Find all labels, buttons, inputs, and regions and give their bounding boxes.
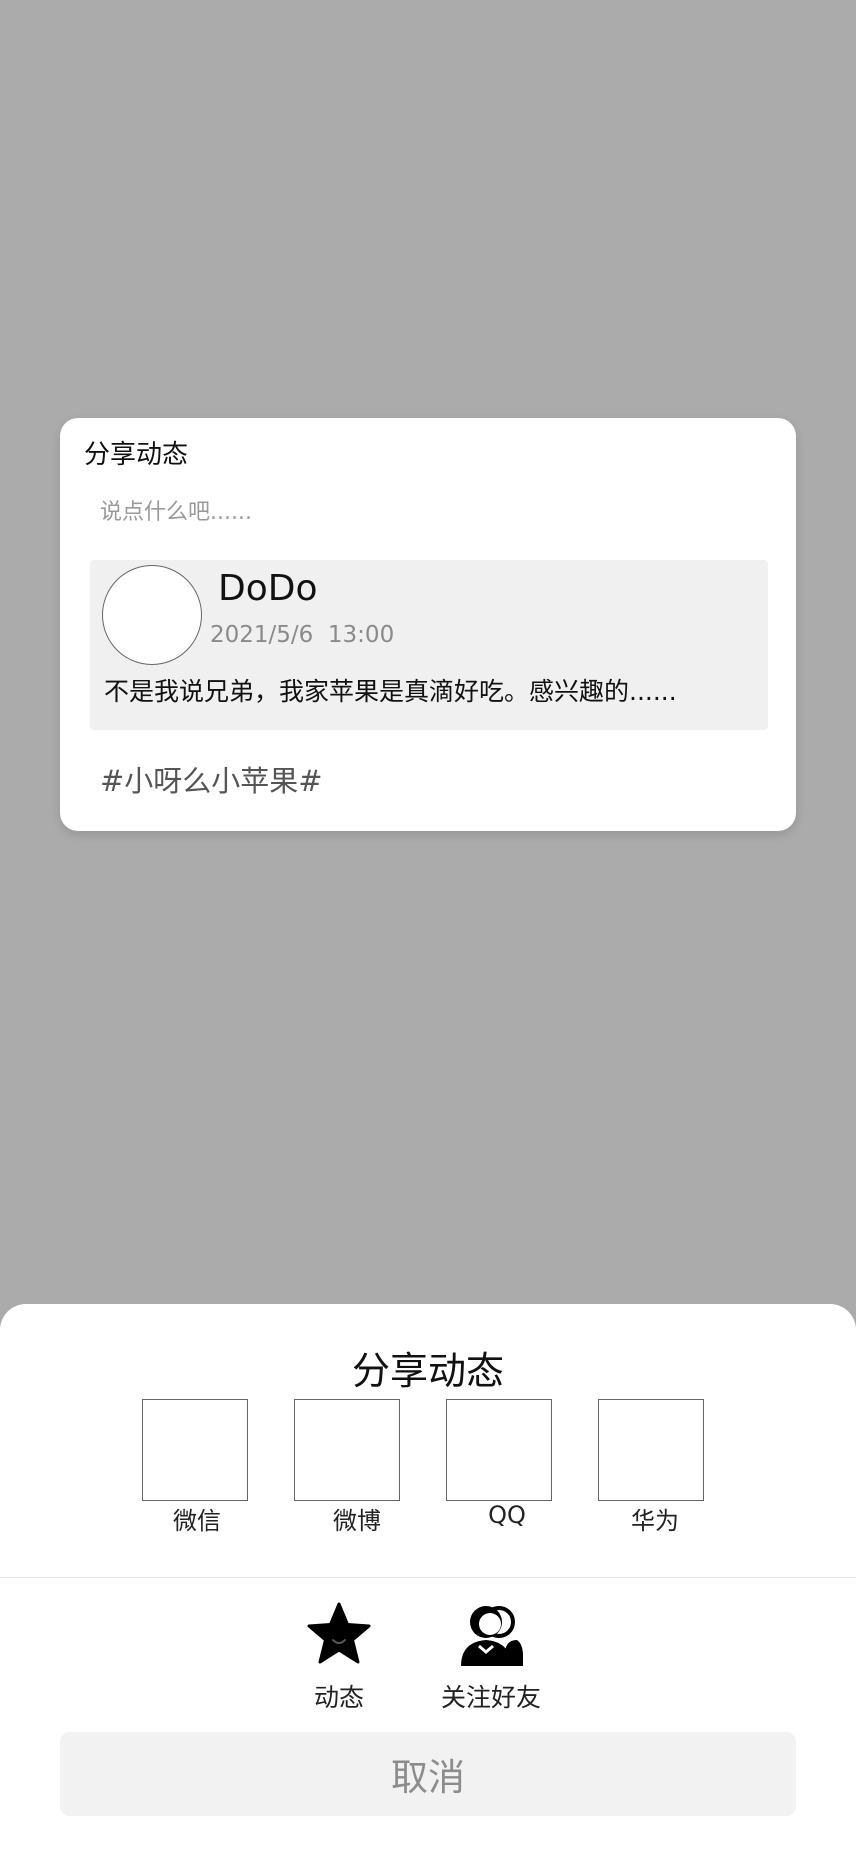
sheet-title: 分享动态 [351, 1349, 504, 1393]
action-label: 动态 [313, 1683, 364, 1712]
post-timestamp: 2021/5/6 13:00 [210, 622, 395, 648]
star-icon [307, 1602, 371, 1664]
platform-label: 微信 [173, 1507, 221, 1535]
share-sheet: 分享动态 微信 微博 QQ 华为 动态 关注好友 取消 [0, 1304, 856, 1852]
share-qq-button[interactable]: QQ [446, 1399, 552, 1529]
share-to-moments-button[interactable]: 动态 [274, 1600, 404, 1714]
platform-label: QQ [488, 1501, 526, 1529]
wechat-icon [142, 1399, 248, 1501]
platform-label: 微博 [333, 1507, 381, 1535]
share-to-friends-button[interactable]: 关注好友 [426, 1600, 556, 1714]
comment-input[interactable] [100, 494, 740, 530]
hashtag[interactable]: #小呀么小苹果# [100, 758, 323, 800]
action-label: 关注好友 [440, 1683, 541, 1712]
post-text: 不是我说兄弟，我家苹果是真滴好吃。感兴趣的...... [104, 677, 677, 706]
avatar [102, 565, 202, 665]
share-weibo-button[interactable]: 微博 [294, 1399, 400, 1535]
qq-icon [446, 1399, 552, 1501]
huawei-icon [598, 1399, 704, 1501]
share-wechat-button[interactable]: 微信 [142, 1399, 248, 1535]
platform-label: 华为 [631, 1507, 679, 1535]
share-preview-card: 分享动态 DoDo 2021/5/6 13:00 不是我说兄弟，我家苹果是真滴好… [60, 418, 796, 831]
card-title: 分享动态 [84, 440, 189, 470]
post-author: DoDo [218, 568, 318, 609]
shared-post: DoDo 2021/5/6 13:00 不是我说兄弟，我家苹果是真滴好吃。感兴趣… [90, 560, 768, 730]
cancel-button[interactable]: 取消 [60, 1732, 796, 1816]
friends-icon [461, 1606, 523, 1666]
divider [0, 1577, 856, 1578]
share-huawei-button[interactable]: 华为 [598, 1399, 704, 1535]
weibo-icon [294, 1399, 400, 1501]
